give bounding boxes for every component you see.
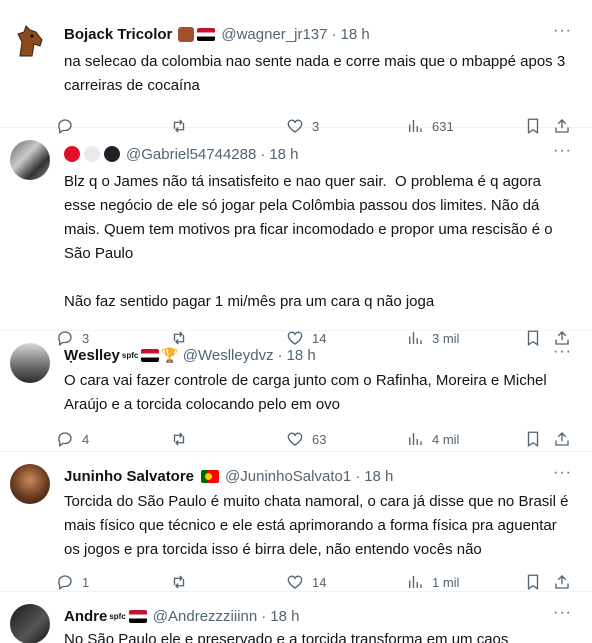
author-handle[interactable]: @Gabriel54744288 bbox=[126, 146, 256, 163]
views-button[interactable]: 1 mil bbox=[406, 573, 459, 591]
like-count: 63 bbox=[312, 431, 327, 447]
like-button[interactable]: 63 bbox=[286, 430, 326, 448]
tweet[interactable]: Bojack Tricolor @wagner_jr137 · 18 h ···… bbox=[0, 0, 592, 135]
avatar[interactable] bbox=[10, 343, 50, 383]
tweet-text: No São Paulo ele e preservado e a torcid… bbox=[64, 631, 509, 643]
tweet-header: Bojack Tricolor @wagner_jr137 · 18 h bbox=[64, 24, 576, 44]
reply-count: 4 bbox=[82, 431, 90, 447]
bookmark-button[interactable] bbox=[524, 573, 542, 591]
tweet[interactable]: Andre spfc @Andrezzziiinn · 18 h ··· No … bbox=[0, 592, 592, 643]
tweet[interactable]: Juninho Salvatore @JuninhoSalvato1 · 18 … bbox=[0, 452, 592, 592]
views-chart-icon bbox=[409, 433, 422, 445]
more-options-button[interactable]: ··· bbox=[553, 604, 572, 622]
bookmark-icon bbox=[527, 574, 539, 591]
tweet-text: Torcida do São Paulo é muito chata namor… bbox=[64, 493, 573, 558]
tweet-text: O cara vai fazer controle de carga junto… bbox=[64, 372, 551, 413]
views-button[interactable]: 4 mil bbox=[406, 430, 459, 448]
retweet-button[interactable] bbox=[170, 430, 196, 448]
tweet-header: Juninho Salvatore @JuninhoSalvato1 · 18 … bbox=[64, 466, 576, 486]
avatar[interactable] bbox=[10, 604, 50, 643]
trophy-icon: 🏆 bbox=[161, 346, 179, 363]
timestamp[interactable]: 18 h bbox=[269, 146, 298, 163]
view-count: 1 mil bbox=[432, 574, 460, 590]
reply-count: 1 bbox=[82, 574, 90, 590]
share-button[interactable] bbox=[553, 573, 571, 591]
author-name[interactable]: Andre bbox=[64, 608, 107, 625]
view-count: 4 mil bbox=[432, 431, 460, 447]
reply-button[interactable]: 4 bbox=[56, 430, 89, 448]
author-handle[interactable]: @Andrezzziiinn bbox=[153, 608, 257, 625]
white-circle-icon bbox=[84, 146, 100, 162]
author-handle[interactable]: @JuninhoSalvato1 bbox=[225, 468, 351, 485]
like-button[interactable]: 14 bbox=[286, 573, 326, 591]
separator-dot: · bbox=[261, 607, 267, 625]
share-button[interactable] bbox=[553, 430, 571, 448]
horse-emoji-icon bbox=[178, 26, 195, 42]
more-options-button[interactable]: ··· bbox=[553, 142, 572, 160]
separator-dot: · bbox=[355, 467, 361, 485]
tweet-header: Ẉeslley spfc 🏆 @Weslleydvz · 18 h bbox=[64, 345, 576, 365]
tweet-header: @Gabriel54744288 · 18 h bbox=[64, 144, 576, 164]
author-handle[interactable]: @wagner_jr137 bbox=[221, 26, 327, 43]
heart-icon bbox=[287, 575, 303, 589]
tweet[interactable]: Ẉeslley spfc 🏆 @Weslleydvz · 18 h ··· O … bbox=[0, 331, 592, 452]
timestamp[interactable]: 18 h bbox=[341, 26, 370, 43]
heart-icon bbox=[287, 432, 303, 446]
like-count: 14 bbox=[312, 574, 327, 590]
black-circle-icon bbox=[104, 146, 120, 162]
share-icon bbox=[555, 575, 569, 589]
portugal-flag-icon bbox=[201, 469, 220, 483]
reply-icon bbox=[58, 432, 72, 448]
tweet-actions: 1 14 1 mil bbox=[56, 572, 576, 592]
tweet-text: Blz q o James não tá insatisfeito e nao … bbox=[64, 173, 553, 310]
author-name[interactable]: Ẉeslley bbox=[64, 347, 120, 364]
retweet-icon bbox=[173, 575, 185, 589]
egypt-flag-icon bbox=[141, 348, 160, 362]
author-name[interactable]: Bojack Tricolor bbox=[64, 26, 172, 43]
separator-dot: · bbox=[331, 25, 337, 43]
share-icon bbox=[555, 432, 569, 446]
tweet[interactable]: @Gabriel54744288 · 18 h ··· Blz q o Jame… bbox=[0, 128, 592, 347]
separator-dot: · bbox=[277, 346, 283, 364]
reply-icon bbox=[58, 575, 72, 591]
avatar[interactable] bbox=[10, 22, 50, 62]
more-options-button[interactable]: ··· bbox=[553, 464, 572, 482]
author-badge: spfc bbox=[109, 611, 126, 621]
author-name[interactable]: Juninho Salvatore bbox=[64, 468, 194, 485]
egypt-flag-icon bbox=[197, 27, 216, 41]
egypt-flag-icon bbox=[128, 609, 147, 623]
tweet-text: na selecao da colombia nao sente nada e … bbox=[64, 53, 570, 94]
timestamp[interactable]: 18 h bbox=[287, 347, 316, 364]
views-chart-icon bbox=[409, 576, 422, 588]
separator-dot: · bbox=[260, 145, 266, 163]
timestamp[interactable]: 18 h bbox=[270, 608, 299, 625]
more-options-button[interactable]: ··· bbox=[553, 22, 572, 40]
bookmark-button[interactable] bbox=[524, 430, 542, 448]
avatar[interactable] bbox=[10, 464, 50, 504]
retweet-button[interactable] bbox=[170, 573, 196, 591]
timeline-feed: Bojack Tricolor @wagner_jr137 · 18 h ···… bbox=[0, 0, 592, 643]
timestamp[interactable]: 18 h bbox=[364, 468, 393, 485]
tweet-actions: 4 63 4 mil bbox=[56, 429, 576, 449]
more-options-button[interactable]: ··· bbox=[553, 343, 572, 361]
author-badge: spfc bbox=[121, 350, 139, 360]
author-handle[interactable]: @Weslleydvz bbox=[183, 347, 274, 364]
reply-button[interactable]: 1 bbox=[56, 573, 89, 591]
bookmark-icon bbox=[527, 431, 539, 448]
avatar[interactable] bbox=[10, 140, 50, 180]
tweet-header: Andre spfc @Andrezzziiinn · 18 h bbox=[64, 606, 576, 626]
retweet-icon bbox=[173, 432, 185, 446]
red-circle-icon bbox=[64, 146, 80, 162]
horse-avatar-icon bbox=[17, 25, 43, 57]
